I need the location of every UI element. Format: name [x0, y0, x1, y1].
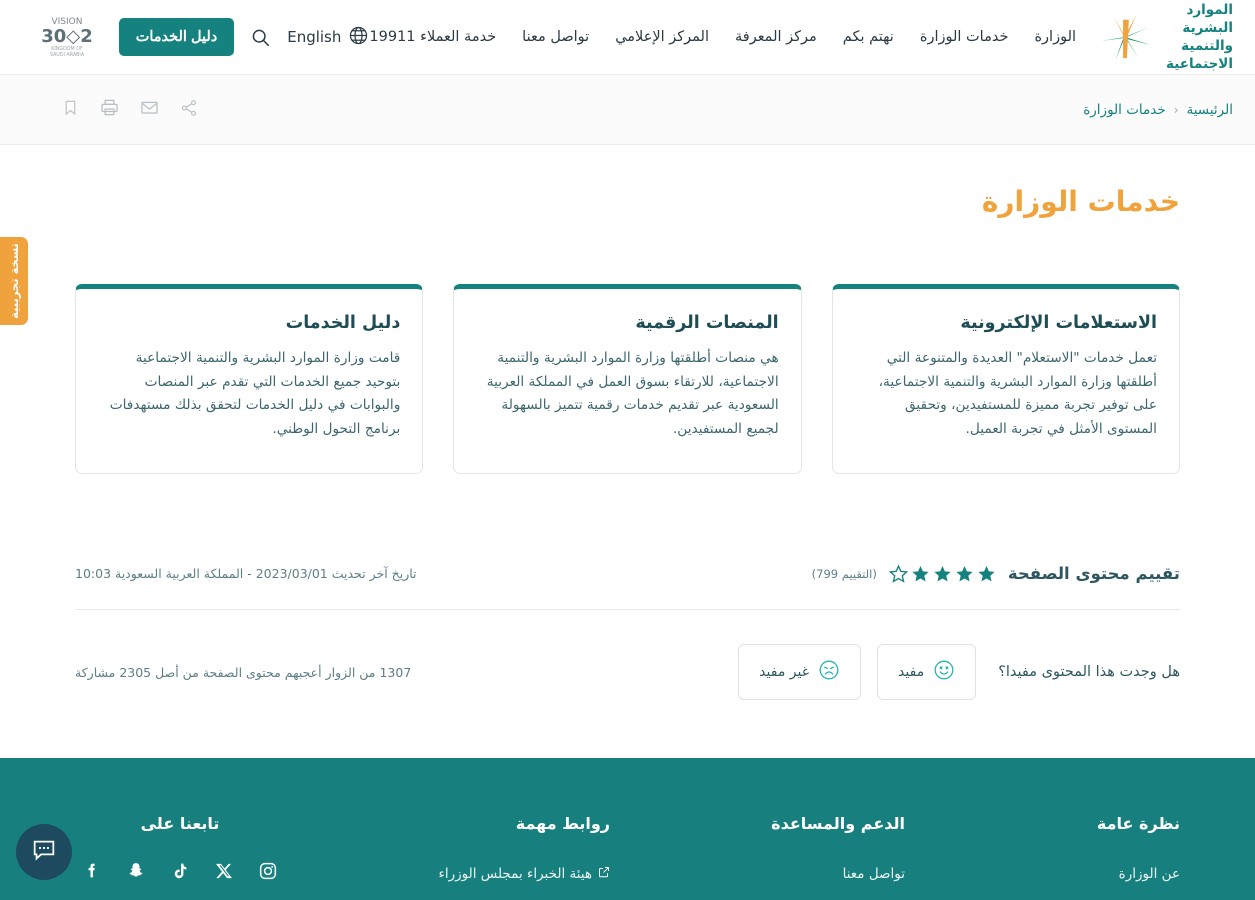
nav-item-ministry-services[interactable]: خدمات الوزارة [920, 29, 1009, 45]
header-right-group: الموارد البشرية والتنمية الاجتماعية الوز… [369, 1, 1233, 74]
star-icon-filled[interactable] [933, 564, 952, 583]
search-icon[interactable] [250, 27, 271, 48]
rating-count-label: (التقييم 799) [811, 566, 877, 581]
feedback-row: هل وجدت هذا المحتوى مفيدا؟ مفيد غير مفيد… [75, 610, 1180, 740]
vision-2030-logo: VISION 2◇30 KINGDOM OF SAUDI ARABIA [31, 14, 103, 60]
breadcrumb-bar: الرئيسية ‹ خدمات الوزارة [0, 75, 1255, 145]
last-updated-label: تاريخ آخر تحديث 2023/03/01 - المملكة الع… [75, 566, 417, 581]
star-icon-filled[interactable] [911, 564, 930, 583]
bookmark-icon[interactable] [62, 98, 79, 121]
card-title: الاستعلامات الإلكترونية [960, 313, 1157, 333]
svg-text:SAUDI ARABIA: SAUDI ARABIA [50, 52, 85, 58]
page-rating: تقييم محتوى الصفحة (التقييم 799) [812, 564, 1180, 583]
footer-column-title: الدعم والمساعدة [771, 814, 905, 833]
beta-version-tab[interactable]: نسخة تجريبية [0, 237, 28, 325]
sad-face-icon [818, 659, 840, 685]
header-left-group: English دليل الخدمات VISION 2◇30 KINGDOM… [31, 14, 370, 60]
chat-bubble-icon [30, 836, 58, 868]
main-navigation: الوزارة خدمات الوزارة نهتم بكم مركز المع… [369, 29, 1076, 45]
facebook-icon[interactable] [82, 861, 102, 885]
page-tools [62, 98, 198, 121]
print-icon[interactable] [100, 98, 119, 121]
ministry-brand-label: الموارد البشرية والتنمية الاجتماعية [1166, 1, 1233, 73]
card-description: هي منصات أطلقتها وزارة الموارد البشرية و… [486, 350, 779, 437]
chat-button[interactable] [16, 824, 72, 880]
breadcrumb-item-home[interactable]: الرئيسية [1187, 102, 1234, 118]
x-twitter-icon[interactable] [214, 861, 234, 885]
feedback-question: هل وجدت هذا المحتوى مفيدا؟ [998, 664, 1180, 680]
social-links [75, 861, 285, 885]
footer-column-follow: تابعنا على [75, 814, 285, 900]
star-icon-filled[interactable] [955, 564, 974, 583]
external-link-icon [598, 866, 610, 882]
card-digital-platforms[interactable]: المنصات الرقمية هي منصات أطلقتها وزارة ا… [453, 284, 802, 474]
card-description: تعمل خدمات "الاستعلام" العديدة والمتنوعة… [878, 350, 1157, 437]
language-label: English [287, 28, 342, 46]
card-services-guide[interactable]: دليل الخدمات قامت وزارة الموارد البشرية … [75, 284, 424, 474]
main-content: خدمات الوزارة الاستعلامات الإلكترونية تع… [0, 145, 1255, 740]
ministry-brand[interactable]: الموارد البشرية والتنمية الاجتماعية [1094, 1, 1233, 74]
feedback-useful-label: مفيد [898, 664, 925, 680]
site-header: الموارد البشرية والتنمية الاجتماعية الوز… [0, 0, 1255, 75]
nav-item-ministry[interactable]: الوزارة [1034, 29, 1076, 45]
footer-link-label: هيئة الخبراء بمجلس الوزراء [438, 866, 592, 882]
breadcrumb-item-ministry-services: خدمات الوزارة [1083, 101, 1166, 118]
snapchat-icon[interactable] [126, 861, 146, 885]
breadcrumb: الرئيسية ‹ خدمات الوزارة [1083, 102, 1233, 118]
footer-column-important-links: روابط مهمة هيئة الخبراء بمجلس الوزراء [410, 814, 610, 900]
ministry-star-logo [1094, 12, 1156, 62]
footer-column-title: روابط مهمة [515, 814, 610, 833]
footer-column-support: الدعم والمساعدة تواصل معنا [735, 814, 905, 900]
card-electronic-inquiries[interactable]: الاستعلامات الإلكترونية تعمل خدمات "الاس… [831, 284, 1180, 474]
nav-item-knowledge-center[interactable]: مركز المعرفة [735, 29, 817, 45]
tiktok-icon[interactable] [170, 861, 190, 885]
page-rating-row: تقييم محتوى الصفحة (التقييم 799) تاريخ آ… [75, 564, 1180, 610]
breadcrumb-separator-icon: ‹ [1173, 102, 1179, 117]
footer-column-title: تابعنا على [140, 814, 220, 833]
globe-icon [348, 25, 369, 50]
language-switcher[interactable]: English [287, 25, 369, 50]
page-title: خدمات الوزارة [981, 185, 1180, 218]
footer-column-overview: نظرة عامة عن الوزارة [1030, 814, 1180, 900]
feedback-stats-label: 1307 من الزوار أعجبهم محتوى الصفحة من أص… [75, 664, 412, 680]
feedback-useful-button[interactable]: مفيد [877, 644, 977, 700]
nav-item-we-care[interactable]: نهتم بكم [843, 29, 894, 45]
site-footer: نظرة عامة عن الوزارة الدعم والمساعدة توا… [0, 758, 1255, 900]
services-cards: الاستعلامات الإلكترونية تعمل خدمات "الاس… [75, 284, 1180, 474]
footer-link-about-ministry[interactable]: عن الوزارة [1030, 866, 1180, 882]
feedback-not-useful-label: غير مفيد [759, 664, 810, 680]
instagram-icon[interactable] [258, 861, 278, 885]
page-rating-label: تقييم محتوى الصفحة [1007, 564, 1180, 583]
share-icon[interactable] [180, 99, 198, 121]
services-guide-button[interactable]: دليل الخدمات [118, 18, 235, 56]
card-description: قامت وزارة الموارد البشرية والتنمية الاج… [109, 350, 401, 437]
footer-column-title: نظرة عامة [1096, 814, 1180, 833]
beta-version-label: نسخة تجريبية [6, 243, 21, 319]
card-title: المنصات الرقمية [635, 313, 779, 333]
rating-stars[interactable] [888, 564, 996, 583]
feedback-not-useful-button[interactable]: غير مفيد [738, 644, 862, 700]
svg-text:KINGDOM OF: KINGDOM OF [51, 46, 83, 52]
card-title: دليل الخدمات [285, 313, 401, 333]
nav-item-customer-service[interactable]: خدمة العملاء 19911 [369, 29, 496, 45]
star-icon-filled[interactable] [977, 564, 996, 583]
smiley-face-icon [933, 659, 955, 685]
feedback-controls: هل وجدت هذا المحتوى مفيدا؟ مفيد غير مفيد [738, 644, 1180, 700]
footer-link-experts-board[interactable]: هيئة الخبراء بمجلس الوزراء [410, 866, 610, 882]
email-icon[interactable] [140, 98, 159, 121]
footer-link-contact-us[interactable]: تواصل معنا [735, 866, 905, 882]
star-icon-empty[interactable] [888, 564, 909, 583]
svg-text:2◇30: 2◇30 [41, 26, 92, 47]
nav-item-contact-us[interactable]: تواصل معنا [522, 29, 589, 45]
nav-item-media-center[interactable]: المركز الإعلامي [615, 29, 709, 45]
